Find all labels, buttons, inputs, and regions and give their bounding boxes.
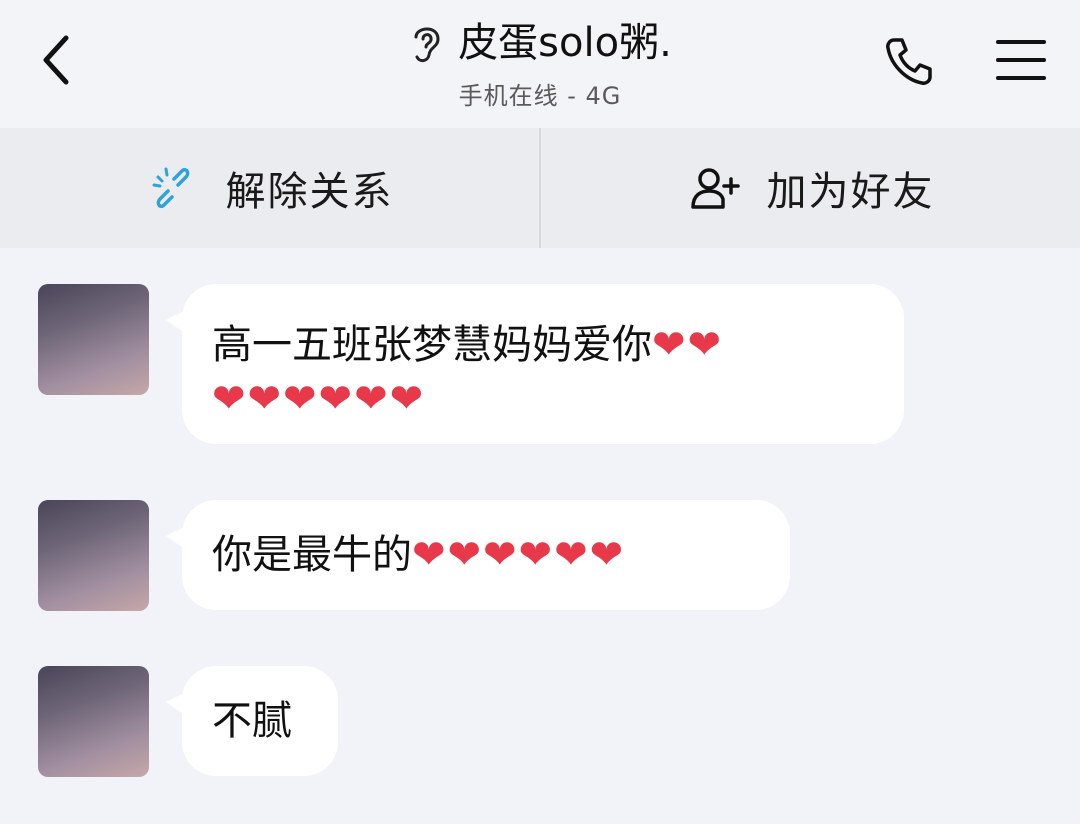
avatar[interactable] [38,666,149,777]
message-bubble[interactable]: 你是最牛的❤❤❤❤❤❤ [166,500,790,610]
avatar[interactable] [38,500,149,611]
message-text: 你是最牛的 [212,532,412,578]
phone-icon [886,38,932,85]
unbind-label: 解除关系 [225,169,394,215]
unbind-relationship-button[interactable]: 解除关系 [0,128,539,248]
heart-emoji: ❤❤❤❤❤❤ [212,376,426,422]
message-text: 高一五班张梦慧妈妈爱你 [212,322,652,368]
broken-link-icon [152,167,189,209]
menu-icon [996,40,1046,80]
chat-header: 皮蛋solo粥. 手机在线 - 4G [0,0,1080,128]
relationship-action-bar: 解除关系 加为好友 [0,128,1080,248]
message-text: 不腻 [212,698,292,744]
add-user-icon [690,168,740,209]
avatar[interactable] [38,284,149,395]
add-friend-button[interactable]: 加为好友 [541,128,1080,248]
heart-emoji: ❤❤❤❤❤❤ [412,532,626,578]
message-bubble[interactable]: 高一五班张梦慧妈妈爱你❤❤ ❤❤❤❤❤❤ [166,284,904,444]
message-list: 高一五班张梦慧妈妈爱你❤❤ ❤❤❤❤❤❤ 你是最牛的❤❤❤❤❤❤ 不腻 [0,248,1080,824]
message-bubble[interactable]: 不腻 [166,666,338,776]
contact-name: 皮蛋solo粥. [458,20,672,66]
add-friend-label: 加为好友 [766,169,935,215]
call-button[interactable] [882,34,936,88]
menu-button[interactable] [994,36,1048,84]
ear-icon[interactable] [408,21,444,65]
heart-emoji: ❤❤ [652,322,724,368]
